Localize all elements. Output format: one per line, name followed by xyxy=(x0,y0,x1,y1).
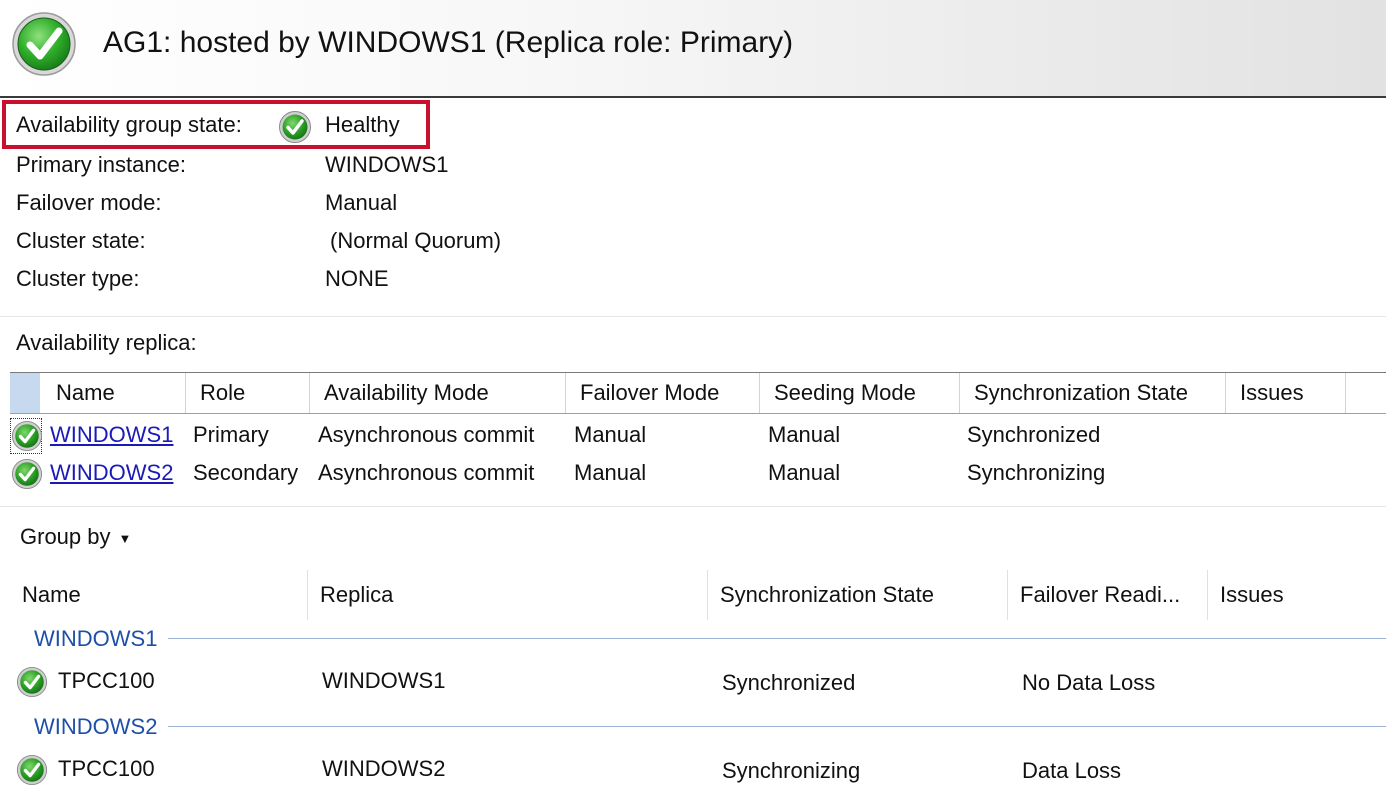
col-header-sync-state[interactable]: Synchronization State xyxy=(960,373,1226,413)
cluster-type-label: Cluster type: xyxy=(16,266,140,291)
availability-replica-label: Availability replica: xyxy=(16,330,197,355)
database-replica: WINDOWS1 xyxy=(322,668,446,693)
database-failover-readiness: No Data Loss xyxy=(1022,670,1156,695)
db-col-header-replica[interactable]: Replica xyxy=(308,570,708,620)
replica-failover-mode: Manual xyxy=(574,460,647,485)
primary-instance-value: WINDOWS1 xyxy=(325,152,449,177)
check-circle-icon xyxy=(12,12,76,76)
database-failover-readiness: Data Loss xyxy=(1022,758,1122,783)
db-col-header-failover-readiness[interactable]: Failover Readi... xyxy=(1008,570,1208,620)
replica-grid-header: Name Role Availability Mode Failover Mod… xyxy=(10,372,1386,414)
group-by-dropdown[interactable]: Group by ▼ xyxy=(20,524,131,550)
replica-failover-mode: Manual xyxy=(574,422,647,447)
col-header-seeding-mode[interactable]: Seeding Mode xyxy=(760,373,960,413)
database-name[interactable]: TPCC100 xyxy=(58,756,155,782)
check-circle-icon xyxy=(16,754,48,786)
db-col-header-name[interactable]: Name xyxy=(10,570,308,620)
replica-role: Primary xyxy=(193,422,269,447)
database-replica: WINDOWS2 xyxy=(322,756,446,781)
replica-seeding-mode: Manual xyxy=(768,422,841,447)
group-divider xyxy=(168,726,1386,727)
page-title: AG1: hosted by WINDOWS1 (Replica role: P… xyxy=(103,26,794,59)
group-divider xyxy=(168,638,1386,639)
replica-link-windows2[interactable]: WINDOWS2 xyxy=(50,460,173,486)
header-bar: AG1: hosted by WINDOWS1 (Replica role: P… xyxy=(0,0,1386,98)
check-circle-icon xyxy=(11,458,43,490)
grid-corner xyxy=(10,373,40,413)
group-header-windows2[interactable]: WINDOWS2 xyxy=(34,714,157,740)
failover-mode-label: Failover mode: xyxy=(16,190,162,215)
replica-sync-state: Synchronized xyxy=(967,422,1101,447)
col-header-name[interactable]: Name xyxy=(40,373,186,413)
caret-down-icon: ▼ xyxy=(118,530,132,546)
replica-sync-state: Synchronizing xyxy=(967,460,1106,485)
db-col-header-issues[interactable]: Issues xyxy=(1208,570,1378,620)
db-col-header-sync-state[interactable]: Synchronization State xyxy=(708,570,1008,620)
availability-state-label: Availability group state: xyxy=(16,112,242,137)
col-header-failover-mode[interactable]: Failover Mode xyxy=(566,373,760,413)
group-header-windows1[interactable]: WINDOWS1 xyxy=(34,626,157,652)
check-circle-icon xyxy=(11,420,43,452)
group-by-label: Group by xyxy=(20,524,111,549)
col-header-issues[interactable]: Issues xyxy=(1226,373,1346,413)
divider xyxy=(0,316,1386,317)
failover-mode-value: Manual xyxy=(325,190,398,215)
replica-link-windows1[interactable]: WINDOWS1 xyxy=(50,422,173,448)
check-circle-icon xyxy=(16,666,48,698)
replica-availability-mode: Asynchronous commit xyxy=(318,460,535,485)
availability-state-value: Healthy xyxy=(325,112,400,137)
database-name[interactable]: TPCC100 xyxy=(58,668,155,694)
replica-availability-mode: Asynchronous commit xyxy=(318,422,535,447)
cluster-state-value: (Normal Quorum) xyxy=(330,228,502,253)
divider xyxy=(0,506,1386,507)
healthy-icon xyxy=(279,111,311,143)
cluster-state-label: Cluster state: xyxy=(16,228,146,253)
database-sync-state: Synchronized xyxy=(722,670,856,695)
col-header-availability-mode[interactable]: Availability Mode xyxy=(310,373,566,413)
replica-role: Secondary xyxy=(193,460,299,485)
primary-instance-label: Primary instance: xyxy=(16,152,186,177)
replica-seeding-mode: Manual xyxy=(768,460,841,485)
cluster-type-value: NONE xyxy=(325,266,389,291)
col-header-role[interactable]: Role xyxy=(186,373,310,413)
database-sync-state: Synchronizing xyxy=(722,758,861,783)
